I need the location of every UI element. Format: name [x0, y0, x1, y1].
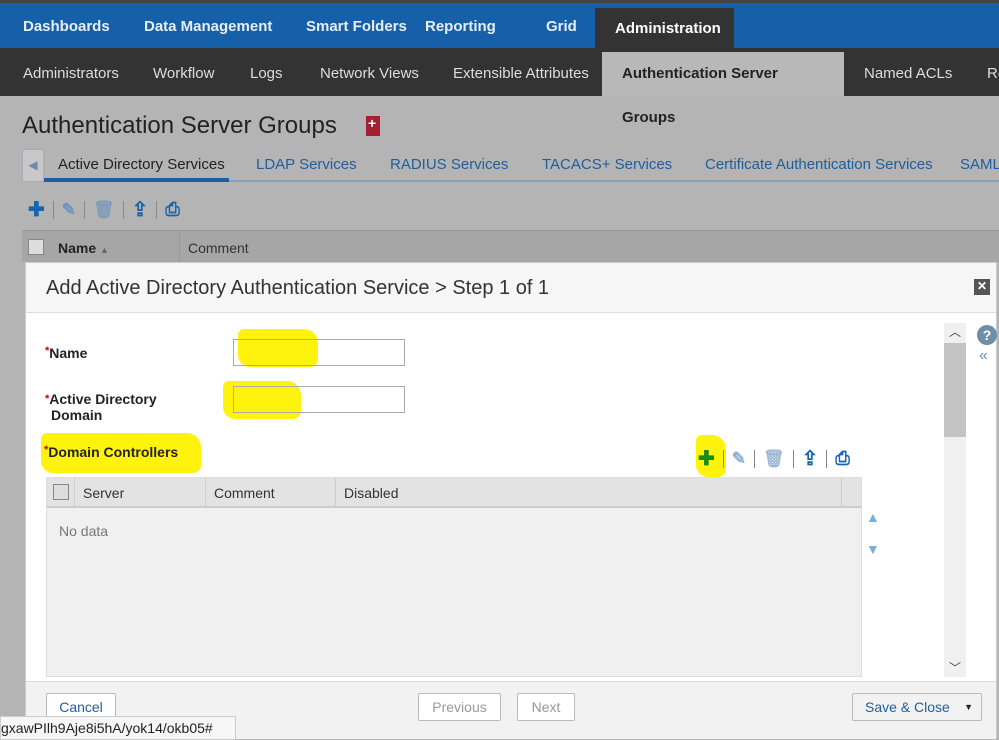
delete-icon[interactable]: 🗑	[763, 449, 785, 469]
scrollbar-thumb[interactable]	[944, 343, 966, 437]
page-title: Authentication Server Groups	[22, 112, 337, 139]
column-comment[interactable]: Comment	[206, 478, 336, 508]
subnav-authentication-server-groups[interactable]: Authentication Server Groups	[602, 52, 844, 126]
empty-message: No data	[59, 523, 109, 539]
scroll-down-icon[interactable]: ﹀	[949, 659, 961, 676]
nav-dashboards[interactable]: Dashboards	[3, 6, 130, 51]
sort-asc-icon: ▲	[100, 245, 109, 255]
dropdown-caret-icon[interactable]: ▼	[964, 694, 973, 720]
nav-data-management[interactable]: Data Management	[124, 6, 292, 51]
grid-header: Name ▲ Comment	[22, 230, 999, 263]
tab-ldap[interactable]: LDAP Services	[256, 156, 357, 173]
scroll-up-icon[interactable]: ︿	[949, 323, 961, 340]
dialog-title: Add Active Directory Authentication Serv…	[46, 277, 550, 299]
print-icon[interactable]: ⎙	[835, 448, 849, 469]
domain-label: *Active Directory Domain	[45, 391, 157, 423]
add-icon[interactable]: ✚	[28, 197, 45, 222]
sub-nav: Administrators Workflow Logs Network Vie…	[0, 48, 999, 126]
nav-reporting[interactable]: Reporting	[405, 6, 516, 51]
subnav-administrators[interactable]: Administrators	[3, 52, 139, 96]
add-ad-service-dialog: Add Active Directory Authentication Serv…	[25, 262, 997, 739]
subnav-more[interactable]: Re	[967, 52, 999, 96]
subnav-workflow[interactable]: Workflow	[133, 52, 234, 96]
nav-administration[interactable]: Administration	[595, 8, 734, 51]
main-toolbar: ✚ ✎ 🗑 ⇪ ⎙	[28, 197, 180, 222]
tab-radius[interactable]: RADIUS Services	[390, 156, 508, 173]
column-comment[interactable]: Comment	[188, 240, 249, 256]
active-tab-underline	[44, 178, 229, 182]
subnav-network-views[interactable]: Network Views	[300, 52, 439, 96]
previous-button[interactable]: Previous	[418, 693, 501, 721]
close-icon[interactable]: ✕	[974, 279, 990, 295]
tab-tacacs[interactable]: TACACS+ Services	[542, 156, 672, 173]
edit-icon[interactable]: ✎	[62, 200, 76, 220]
select-all-checkbox[interactable]	[28, 239, 44, 255]
dialog-header: Add Active Directory Authentication Serv…	[26, 263, 996, 313]
move-down-icon[interactable]: ▼	[866, 541, 880, 557]
next-button[interactable]: Next	[517, 693, 575, 721]
domain-input[interactable]	[233, 386, 405, 413]
tab-saml[interactable]: SAML	[960, 156, 999, 173]
print-icon[interactable]: ⎙	[165, 199, 179, 220]
top-nav: Dashboards Data Management Smart Folders…	[0, 0, 999, 51]
help-icon[interactable]: ?	[977, 325, 997, 345]
export-icon[interactable]: ⇪	[802, 446, 819, 471]
subnav-extensible-attributes[interactable]: Extensible Attributes	[433, 52, 609, 96]
status-url: gxawPIlh9Aje8i5hA/yok14/okb05#	[0, 716, 236, 740]
name-label: *Name	[45, 345, 88, 361]
tab-certificate[interactable]: Certificate Authentication Services	[705, 156, 933, 173]
column-server[interactable]: Server	[75, 478, 206, 508]
export-icon[interactable]: ⇪	[132, 197, 149, 222]
collapse-icon[interactable]: «	[979, 347, 988, 365]
save-close-button[interactable]: Save & Close ▼	[852, 693, 982, 721]
tab-scroll-left-icon[interactable]: ◀	[22, 149, 44, 182]
domain-controllers-grid: Server Comment Disabled No data	[46, 477, 862, 677]
dc-toolbar: ✚ ✎ 🗑 ⇪ ⎙	[698, 446, 850, 471]
bookmark-icon[interactable]	[366, 115, 380, 136]
column-disabled[interactable]: Disabled	[336, 478, 842, 508]
column-name[interactable]: Name ▲	[58, 240, 109, 256]
tab-active-directory[interactable]: Active Directory Services	[58, 156, 225, 173]
nav-grid[interactable]: Grid	[526, 6, 597, 51]
select-all-checkbox[interactable]	[53, 484, 69, 500]
name-input[interactable]	[233, 339, 405, 366]
edit-icon[interactable]: ✎	[732, 449, 746, 469]
dc-grid-header: Server Comment Disabled	[47, 478, 861, 508]
subnav-named-acls[interactable]: Named ACLs	[844, 52, 972, 96]
subnav-logs[interactable]: Logs	[230, 52, 303, 96]
move-up-icon[interactable]: ▲	[866, 509, 880, 525]
delete-icon[interactable]: 🗑	[93, 200, 115, 220]
add-icon[interactable]: ✚	[698, 446, 715, 471]
domain-controllers-label: *Domain Controllers	[44, 444, 179, 460]
